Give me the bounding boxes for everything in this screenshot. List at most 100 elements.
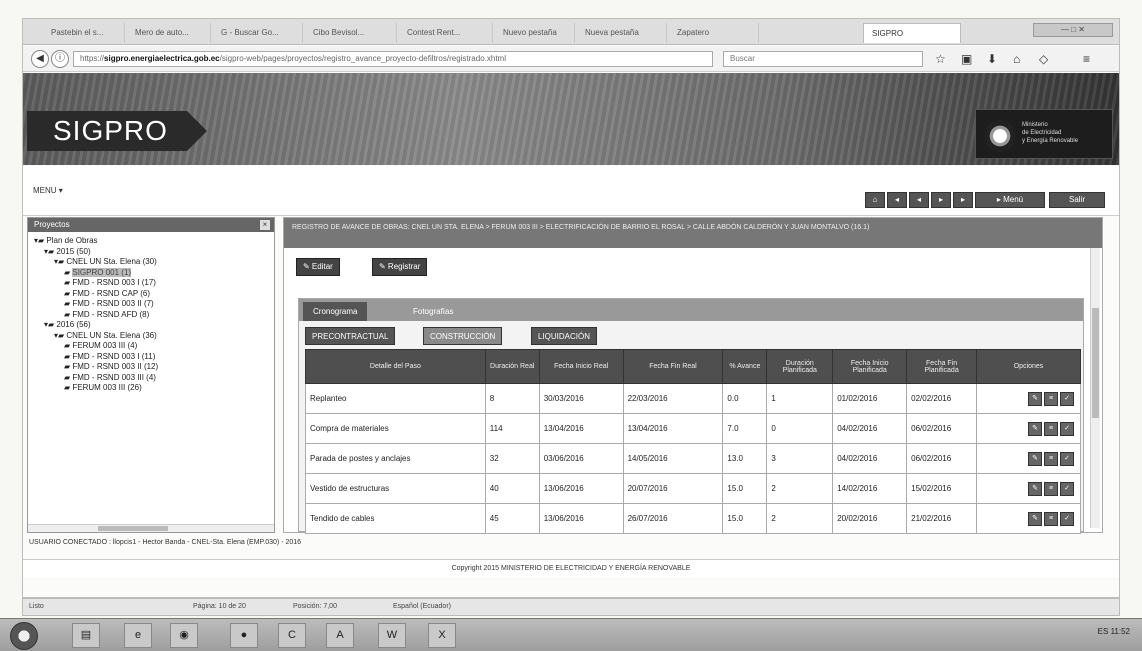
projects-panel-header: Proyectos × <box>28 218 274 232</box>
tree-item[interactable]: ▾▰ CNEL UN Sta. Elena (30) <box>28 257 274 268</box>
tree-item[interactable]: ▰ FMD - RSND 003 I (17) <box>28 278 274 289</box>
table-row: Parada de postes y anclajes 32 03/06/2016 1… <box>305 443 1081 474</box>
first-button[interactable]: ◂ <box>887 192 907 208</box>
register-button[interactable]: ✎ Registrar <box>372 258 428 276</box>
scrollbar-thumb[interactable] <box>1092 308 1099 418</box>
firefox-icon[interactable]: ● <box>230 623 258 648</box>
edit-row-button[interactable]: ✎ <box>1028 481 1042 496</box>
edit-button[interactable]: ✎ Editar <box>296 258 340 276</box>
tree-item[interactable]: ▰ FMD - RSND 003 I (11) <box>28 352 274 363</box>
start-button[interactable] <box>10 622 38 650</box>
tab-liquidacion[interactable]: LIQUIDACIÓN <box>531 327 598 345</box>
browser-tab[interactable]: G - Buscar Go... <box>213 23 303 43</box>
table-cell: 45 <box>484 503 540 534</box>
tree-item[interactable]: ▾▰ Plan de Obras <box>28 236 274 247</box>
tree-item[interactable]: ▾▰ CNEL UN Sta. Elena (36) <box>28 331 274 342</box>
browser-tab[interactable]: Contest Rent... <box>399 23 493 43</box>
info-icon[interactable]: ⓘ <box>51 50 69 68</box>
browser-tab-active[interactable]: SIGPRO <box>863 23 961 43</box>
tree-item[interactable]: ▰ FMD - RSND 003 III (4) <box>28 373 274 384</box>
tree-item[interactable]: ▰ FMD - RSND CAP (6) <box>28 289 274 300</box>
explorer-icon[interactable]: ▤ <box>72 623 100 648</box>
column-header[interactable]: Fecha Inicio Planificada <box>832 349 908 384</box>
next-button[interactable]: ▸ <box>931 192 951 208</box>
back-arrow-icon[interactable]: ◀ <box>31 50 49 68</box>
tree-item-label: FMD - RSND CAP (6) <box>72 288 151 298</box>
hamburger-menu-icon[interactable]: ≡ <box>1083 52 1090 66</box>
internet-explorer-icon[interactable]: e <box>124 623 152 648</box>
detail-row-button[interactable]: ≡ <box>1044 481 1058 496</box>
word-icon[interactable]: W <box>378 623 406 648</box>
check-row-button[interactable]: ✓ <box>1060 481 1074 496</box>
browser-tab[interactable]: Pastebin el s... <box>43 23 125 43</box>
excel-icon[interactable]: X <box>428 623 456 648</box>
column-header[interactable]: % Avance <box>722 349 768 384</box>
main-menu[interactable]: MENU ▾ <box>33 186 63 195</box>
detail-row-button[interactable]: ≡ <box>1044 391 1058 406</box>
check-row-button[interactable]: ✓ <box>1060 451 1074 466</box>
edit-row-button[interactable]: ✎ <box>1028 511 1042 526</box>
url-prefix: https:// <box>80 54 105 63</box>
table-cell: 06/02/2016 <box>906 443 978 474</box>
tree-item[interactable]: ▰ FMD - RSND AFD (8) <box>28 310 274 321</box>
last-button[interactable]: ▸ <box>953 192 973 208</box>
column-header[interactable]: Fecha Inicio Real <box>538 349 624 384</box>
tree-item[interactable]: ▰ SIGPRO 001 (1) <box>28 267 274 279</box>
download-icon[interactable]: ⬇ <box>987 52 997 66</box>
window-controls[interactable]: — □ ✕ <box>1033 23 1113 37</box>
home-button[interactable]: ⌂ <box>865 192 885 208</box>
edit-row-button[interactable]: ✎ <box>1028 391 1042 406</box>
browser-tab[interactable]: Zapatero <box>669 23 759 43</box>
vertical-scrollbar[interactable] <box>1090 248 1100 528</box>
browser-tab[interactable]: Nueva pestaña <box>577 23 667 43</box>
browser-tab[interactable]: Cibo Bevisol... <box>305 23 397 43</box>
detail-row-button[interactable]: ≡ <box>1044 451 1058 466</box>
menu-button[interactable]: ▸ Menú <box>975 192 1045 208</box>
tree-item[interactable]: ▰ FERUM 003 III (26) <box>28 383 274 394</box>
tree-item[interactable]: ▾▰ 2016 (56) <box>28 320 274 331</box>
close-icon[interactable]: × <box>260 220 270 230</box>
tree-item[interactable]: ▰ FMD - RSND 003 II (7) <box>28 299 274 310</box>
address-bar[interactable]: https://sigpro.energiaelectrica.gob.ec/s… <box>73 51 713 67</box>
check-row-button[interactable]: ✓ <box>1060 391 1074 406</box>
horizontal-scrollbar[interactable] <box>28 524 274 532</box>
scrollbar-thumb[interactable] <box>98 526 168 531</box>
pocket-icon[interactable]: ◇ <box>1039 52 1048 66</box>
tree-item[interactable]: ▰ FERUM 003 III (4) <box>28 341 274 352</box>
check-row-button[interactable]: ✓ <box>1060 421 1074 436</box>
browser-tab[interactable]: Mero de auto... <box>127 23 211 43</box>
browser-tabbar: Pastebin el s... Mero de auto... G - Bus… <box>23 19 1119 45</box>
folder-icon: ▾▰ <box>54 257 67 266</box>
detail-row-button[interactable]: ≡ <box>1044 421 1058 436</box>
column-header[interactable]: Duración Real <box>484 349 540 384</box>
column-header[interactable]: Duración Planificada <box>766 349 834 384</box>
tab-precontractual[interactable]: PRECONTRACTUAL <box>305 327 396 345</box>
browser-tab[interactable]: Nuevo pestaña <box>495 23 575 43</box>
media-player-icon[interactable]: ◉ <box>170 623 198 648</box>
tab-cronograma[interactable]: Cronograma <box>303 302 368 321</box>
logout-button[interactable]: Salir <box>1049 192 1105 208</box>
prev-button[interactable]: ◂ <box>909 192 929 208</box>
chrome-icon[interactable]: C <box>278 623 306 648</box>
home-icon[interactable]: ⌂ <box>1013 52 1020 66</box>
check-row-button[interactable]: ✓ <box>1060 511 1074 526</box>
edit-row-button[interactable]: ✎ <box>1028 451 1042 466</box>
url-path: /sigpro-web/pages/proyectos/registro_ava… <box>219 54 506 63</box>
search-input[interactable]: Buscar <box>723 51 923 67</box>
status-page: Página: 10 de 20 <box>193 603 246 610</box>
column-header[interactable]: Detalle del Paso <box>305 349 486 384</box>
tab-fotografias[interactable]: Fotografías <box>403 302 463 321</box>
star-icon[interactable]: ☆ <box>935 52 946 66</box>
tab-construccion[interactable]: CONSTRUCCIÓN <box>423 327 503 345</box>
acrobat-icon[interactable]: A <box>326 623 354 648</box>
detail-row-button[interactable]: ≡ <box>1044 511 1058 526</box>
tree-item[interactable]: ▾▰ 2015 (50) <box>28 247 274 258</box>
tree-item[interactable]: ▰ FMD - RSND 003 II (12) <box>28 362 274 373</box>
clipboard-icon[interactable]: ▣ <box>961 52 972 66</box>
table-cell: 13/04/2016 <box>622 413 724 444</box>
edit-row-button[interactable]: ✎ <box>1028 421 1042 436</box>
table-cell: 2 <box>766 473 834 504</box>
column-header[interactable]: Opciones <box>976 349 1081 384</box>
column-header[interactable]: Fecha Fin Real <box>622 349 724 384</box>
column-header[interactable]: Fecha Fin Planificada <box>906 349 978 384</box>
